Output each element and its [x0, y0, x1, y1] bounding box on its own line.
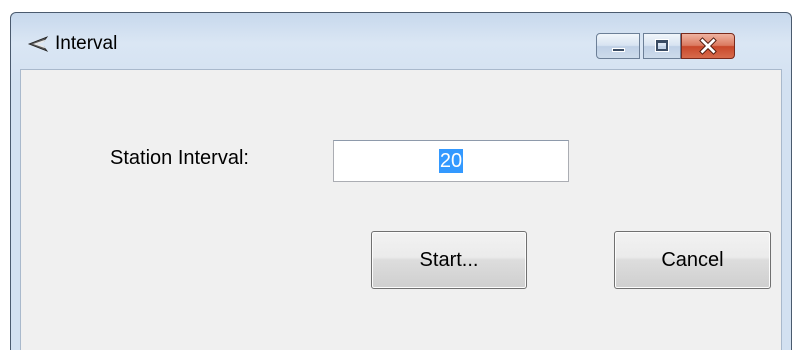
selected-text: 20: [438, 149, 464, 173]
close-icon: [699, 37, 717, 55]
dialog-client-area: Station Interval: 20 Start... Cancel: [20, 69, 782, 350]
maximize-icon: [655, 39, 669, 52]
minimize-icon: [612, 48, 625, 52]
close-button[interactable]: [681, 33, 735, 59]
minimize-button[interactable]: [596, 33, 640, 59]
station-interval-label: Station Interval:: [110, 147, 249, 169]
station-interval-input[interactable]: 20: [333, 140, 569, 182]
cancel-button[interactable]: Cancel: [614, 231, 771, 289]
window-title: Interval: [55, 33, 118, 54]
title-bar[interactable]: Interval: [11, 13, 791, 69]
maximize-button[interactable]: [643, 33, 681, 59]
start-button[interactable]: Start...: [371, 231, 527, 289]
dialog-window: Interval Station Interval: 20 Start... C…: [10, 12, 792, 350]
app-logo-icon: [27, 36, 49, 52]
